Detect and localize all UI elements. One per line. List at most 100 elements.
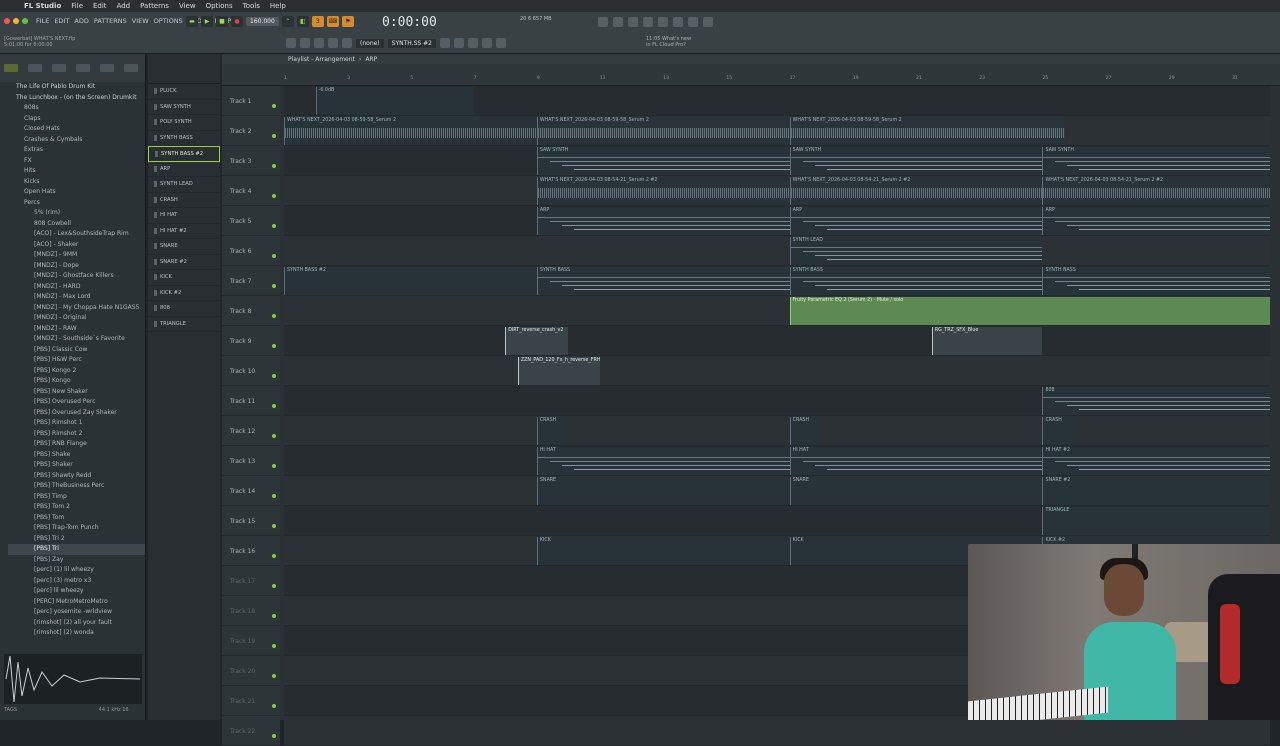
browser-item[interactable]: [PERC] MetroMetroMetro [8, 597, 145, 608]
track-header[interactable]: Track 6 [222, 236, 280, 266]
browser-item[interactable]: Kicks [8, 177, 145, 188]
menu-app-name[interactable]: FL Studio [24, 2, 61, 10]
track-header[interactable]: Track 7 [222, 266, 280, 296]
tempo-display[interactable]: 160.000 [246, 17, 279, 26]
playlist-icon[interactable] [467, 38, 478, 48]
help-icon[interactable] [658, 17, 668, 27]
playlist-clip[interactable]: KICK [536, 537, 790, 565]
channel-rack-icon[interactable] [453, 38, 464, 48]
track-header[interactable]: Track 14 [222, 476, 280, 506]
picker-item[interactable]: CRASH [148, 193, 220, 208]
picker-item[interactable]: ARP [148, 162, 220, 177]
playlist-clip[interactable]: SYNTH LEAD [789, 237, 1043, 265]
browser-item[interactable]: [MNDZ] - My Choppa Hate N1GAS5 [8, 303, 145, 314]
browser-item[interactable]: [PBS] Shawty Redd [8, 471, 145, 482]
song-mode-toggle[interactable]: ▬ [186, 16, 198, 27]
track-header[interactable]: Track 20 [222, 656, 280, 686]
track-lane[interactable]: -6.0dB [284, 86, 1270, 116]
browser-item[interactable]: [PBS] Overused Perc [8, 397, 145, 408]
pattern-add-icon[interactable] [439, 38, 450, 48]
track-lane[interactable]: SNARE SNARE SNARE #2 [284, 476, 1270, 506]
picker-item[interactable]: SNARE #2 [148, 255, 220, 270]
play-button[interactable]: ▶ [201, 16, 213, 27]
picker-item[interactable]: 808 [148, 301, 220, 317]
playlist-clip[interactable]: SAW SYNTH [789, 147, 1043, 175]
browser-item[interactable]: [MNDZ] - Original [8, 313, 145, 324]
track-lane[interactable]: ZZN_PAD_120_Fx_h_reverse_FRH [284, 356, 1270, 386]
fl-menu-view[interactable]: VIEW [132, 17, 149, 25]
playlist-clip[interactable]: SAW SYNTH [536, 147, 790, 175]
browser-item[interactable]: [rimshot] (2) wonda [8, 628, 145, 639]
picker-item[interactable]: SNARE [148, 239, 220, 255]
playlist-clip[interactable]: DIRT_reverse_crash_v2 [505, 327, 569, 355]
browser-tab-cloud[interactable] [100, 64, 114, 72]
playlist-clip[interactable]: ARP [1042, 207, 1270, 235]
playlist-clip[interactable]: CRASH [536, 417, 569, 445]
track-header[interactable]: Track 5 [222, 206, 280, 236]
track-lane[interactable]: 808 [284, 386, 1270, 416]
browser-item[interactable]: Extras [8, 145, 145, 156]
playlist-clip[interactable]: SAW SYNTH [1042, 147, 1270, 175]
blend-notes-icon[interactable]: ⚑ [341, 16, 354, 27]
track-header[interactable]: Track 10 [222, 356, 280, 386]
snap-select[interactable]: (none) [356, 38, 384, 48]
browser-item[interactable]: [perc] yosemite -wrldview [8, 607, 145, 618]
track-lane[interactable]: WHAT'S NEXT_2026-04-03 08-59-58_Serum 2W… [284, 116, 1270, 146]
picker-item[interactable]: SYNTH BASS [148, 131, 220, 146]
browser-item[interactable]: [PBS] Timp [8, 492, 145, 503]
track-header[interactable]: Track 12 [222, 416, 280, 446]
track-header[interactable]: Track 16 [222, 536, 280, 566]
link-icon[interactable] [328, 38, 338, 48]
track-header[interactable]: Track 19 [222, 626, 280, 656]
playlist-clip[interactable]: HI HAT [536, 447, 790, 475]
record-button[interactable]: ● [231, 16, 243, 27]
browser-item[interactable]: [PBS] RNB Flange [8, 439, 145, 450]
picker-item[interactable]: POLY SYNTH [148, 115, 220, 131]
track-header[interactable]: Track 13 [222, 446, 280, 476]
playlist-clip[interactable]: ZZN_PAD_120_Fx_h_reverse_FRH [517, 357, 600, 385]
browser-item[interactable]: [MNDZ] - Ghostface Killers [8, 271, 145, 282]
browser-item[interactable]: [PBS] Tri 2 [8, 534, 145, 545]
close-window-button[interactable] [4, 18, 10, 24]
track-header[interactable]: Track 1 [222, 86, 280, 116]
tools-icon[interactable] [613, 17, 623, 27]
track-header[interactable]: Track 11 [222, 386, 280, 416]
playlist-clip[interactable]: RG_TRZ_SFX_Blue [931, 327, 1043, 355]
menu-file[interactable]: File [71, 2, 83, 10]
countdown-icon[interactable]: 3 [311, 16, 324, 27]
browser-item[interactable]: [perc] (1) lil wheezy [8, 565, 145, 576]
browser-item[interactable]: [PBS] Shaker [8, 460, 145, 471]
playlist-clip[interactable]: ARP [536, 207, 790, 235]
plugin-icon[interactable] [703, 17, 713, 27]
browser-item[interactable]: [PBS] TheBusiness Perc [8, 481, 145, 492]
playlist-clip[interactable]: CRASH [789, 417, 822, 445]
browser-item[interactable]: Closed Hats [8, 124, 145, 135]
playlist-clip[interactable]: SNARE [536, 477, 790, 505]
playlist-clip[interactable]: SYNTH BASS #2 [284, 267, 537, 295]
track-lane[interactable]: SYNTH BASS #2 SYNTH BASS SYNTH BASS SYNTH B… [284, 266, 1270, 296]
track-lane[interactable]: WHAT'S NEXT_2026-04-03 08-54-21_Serum 2 … [284, 176, 1270, 206]
pencil-icon[interactable] [314, 38, 324, 48]
browser-item[interactable]: [rimshot] (2) all your fault [8, 618, 145, 629]
snap-icon[interactable] [286, 38, 296, 48]
browser-item[interactable]: [PBS] H&W Perc [8, 355, 145, 366]
track-header[interactable]: Track 21 [222, 686, 280, 716]
browser-item[interactable]: [MNDZ] - HARD [8, 282, 145, 293]
fl-menu-add[interactable]: ADD [74, 17, 88, 25]
menu-tools[interactable]: Tools [243, 2, 260, 10]
track-lane[interactable]: HI HAT HI HAT HI HAT #2 [284, 446, 1270, 476]
browser-item[interactable]: 808 Cowbell [8, 219, 145, 230]
track-lane[interactable]: CRASH CRASH CRASH [284, 416, 1270, 446]
track-header[interactable]: Track 9 [222, 326, 280, 356]
picker-item[interactable]: TRIANGLE [148, 317, 220, 332]
track-lane[interactable]: DIRT_reverse_crash_v2 RG_TRZ_SFX_Blue [284, 326, 1270, 356]
browser-icon[interactable] [481, 38, 492, 48]
playlist-clip[interactable]: HI HAT [789, 447, 1043, 475]
track-header[interactable]: Track 17 [222, 566, 280, 596]
browser-item[interactable]: [perc] (3) metro x3 [8, 576, 145, 587]
playlist-clip[interactable]: SNARE #2 [1042, 477, 1270, 505]
track-lane[interactable]: Fruity Parametric EQ 2 (Serum 2) - Mute … [284, 296, 1270, 326]
track-header[interactable]: Track 15 [222, 506, 280, 536]
browser-item[interactable]: [ACO] - Shaker [8, 240, 145, 251]
browser-item[interactable]: [PBS] Overused Zay Shaker [8, 408, 145, 419]
